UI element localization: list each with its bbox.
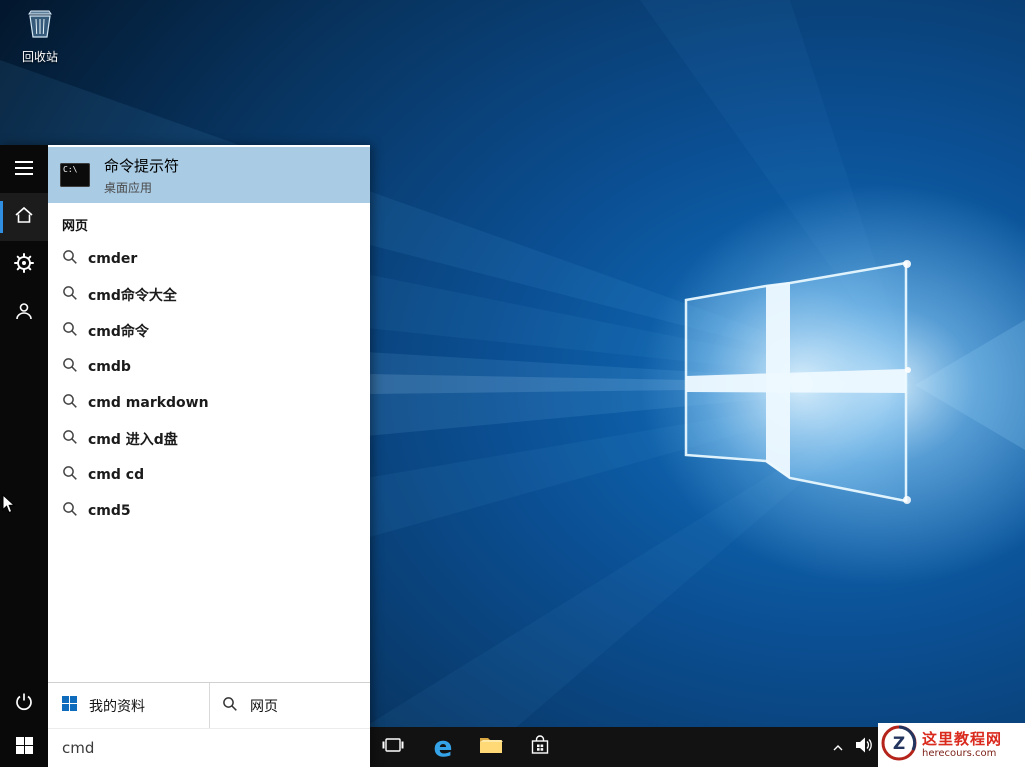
suggestion-label: cmd5 [88, 503, 131, 519]
file-explorer-button[interactable] [475, 731, 507, 763]
chevron-up-icon [832, 738, 844, 757]
volume-button[interactable] [850, 731, 876, 763]
user-icon [14, 301, 34, 325]
power-button[interactable] [0, 680, 48, 728]
suggestion-item[interactable]: cmd命令 [48, 313, 370, 349]
suggestion-item[interactable]: cmd 进入d盘 [48, 421, 370, 457]
search-icon [62, 465, 78, 485]
home-icon [14, 206, 34, 228]
recycle-bin-label: 回收站 [14, 48, 66, 65]
settings-button[interactable] [0, 241, 48, 289]
search-icon [62, 429, 78, 449]
section-header-web: 网页 [62, 215, 88, 234]
suggestion-label: cmd markdown [88, 395, 209, 411]
task-view-icon [382, 736, 404, 758]
web-label: 网页 [250, 696, 278, 716]
hamburger-icon [15, 160, 33, 179]
search-icon [222, 696, 238, 716]
search-icon [62, 501, 78, 521]
my-stuff-button[interactable]: 我的资料 [48, 683, 210, 728]
suggestion-item[interactable]: cmdb [48, 349, 370, 385]
svg-text:Z: Z [893, 734, 905, 754]
watermark-title: 这里教程网 [922, 731, 1002, 748]
menu-button[interactable] [0, 145, 48, 193]
store-icon [529, 734, 551, 760]
suggestion-label: cmd命令 [88, 321, 149, 341]
flyout-sidebar [0, 145, 48, 767]
file-explorer-icon [479, 735, 503, 759]
home-button[interactable] [0, 193, 48, 241]
volume-icon [854, 736, 872, 758]
suggestion-item[interactable]: cmd命令大全 [48, 277, 370, 313]
windows-logo-icon [16, 737, 33, 758]
suggestion-item[interactable]: cmd markdown [48, 385, 370, 421]
search-icon [62, 321, 78, 341]
watermark-logo-icon: Z [881, 725, 917, 765]
web-button[interactable]: 网页 [210, 683, 370, 728]
edge-icon: e [434, 732, 453, 762]
my-stuff-label: 我的资料 [89, 696, 145, 716]
search-icon [62, 393, 78, 413]
start-search-flyout: C:\ 命令提示符 桌面应用 网页 cmder cmd命令大全 cmd命令 [0, 145, 370, 767]
edge-button[interactable]: e [427, 731, 459, 763]
suggestion-item[interactable]: cmd cd [48, 457, 370, 493]
store-button[interactable] [524, 731, 556, 763]
recycle-bin-icon [22, 27, 58, 46]
search-box [48, 728, 370, 767]
command-prompt-icon: C:\ [60, 163, 90, 187]
search-suggestions-list: cmder cmd命令大全 cmd命令 cmdb cmd markdown cm… [48, 241, 370, 529]
suggestion-label: cmdb [88, 359, 131, 375]
search-icon [62, 285, 78, 305]
watermark-url: herecours.com [922, 748, 1002, 759]
recycle-bin[interactable]: 回收站 [14, 6, 66, 65]
site-watermark: Z 这里教程网 herecours.com [878, 723, 1025, 767]
top-result-command-prompt[interactable]: C:\ 命令提示符 桌面应用 [48, 147, 370, 203]
suggestion-item[interactable]: cmder [48, 241, 370, 277]
search-icon [62, 249, 78, 269]
top-result-title: 命令提示符 [104, 155, 179, 176]
task-view-button[interactable] [377, 731, 409, 763]
suggestion-label: cmd 进入d盘 [88, 429, 178, 449]
search-icon [62, 357, 78, 377]
search-input[interactable] [48, 729, 370, 767]
power-icon [14, 692, 34, 716]
search-footer: 我的资料 网页 [48, 682, 370, 728]
suggestion-item[interactable]: cmd5 [48, 493, 370, 529]
start-button[interactable] [0, 727, 48, 767]
search-results-panel: C:\ 命令提示符 桌面应用 网页 cmder cmd命令大全 cmd命令 [48, 145, 370, 767]
show-hidden-icons-button[interactable] [826, 731, 850, 763]
suggestion-label: cmder [88, 251, 137, 267]
gear-icon [14, 253, 34, 277]
user-button[interactable] [0, 289, 48, 337]
top-result-subtitle: 桌面应用 [104, 179, 179, 196]
suggestion-label: cmd命令大全 [88, 285, 177, 305]
windows-logo-small-icon [62, 696, 77, 715]
suggestion-label: cmd cd [88, 467, 144, 483]
